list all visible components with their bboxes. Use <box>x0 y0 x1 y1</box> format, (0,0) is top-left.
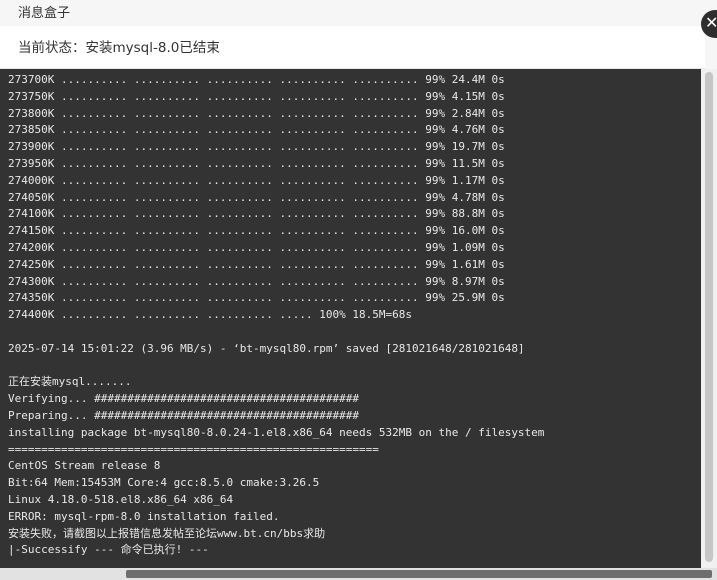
console-line: 273800K .......... .......... ..........… <box>8 106 505 120</box>
console-line: Linux 4.18.0-518.el8.x86_64 x86_64 <box>8 492 234 506</box>
console-line: 273700K .......... .......... ..........… <box>8 73 505 86</box>
console-line: Preparing... ###########################… <box>8 408 359 422</box>
console-line: 安装失败，请截图以上报错信息发帖至论坛www.bt.cn/bbs求助 <box>8 526 326 540</box>
console-line: 273900K .......... .......... ..........… <box>8 140 505 154</box>
console-line: 274400K .......... .......... ..........… <box>8 308 412 322</box>
console-line: ERROR: mysql-rpm-8.0 installation failed… <box>8 509 280 523</box>
console-line: Verifying... ###########################… <box>8 392 359 406</box>
title-bar: 消息盒子 <box>0 0 717 26</box>
console-line: |-Successify --- 命令已执行! --- <box>8 543 209 557</box>
console-line: 274150K .......... .......... ..........… <box>8 224 505 238</box>
current-status-text: 当前状态：安装mysql-8.0已结束 <box>18 40 220 56</box>
console-line: 274050K .......... .......... ..........… <box>8 190 505 204</box>
console-line: 274300K .......... .......... ..........… <box>8 274 505 288</box>
dialog-title: 消息盒子 <box>18 6 71 21</box>
status-bar: 当前状态：安装mysql-8.0已结束 <box>0 26 705 69</box>
console-line: 274000K .......... .......... ..........… <box>8 173 505 187</box>
close-icon: ✕ <box>705 13 717 32</box>
console-line: 2025-07-14 15:01:22 (3.96 MB/s) - ‘bt-my… <box>8 341 525 355</box>
vertical-scrollbar-thumb[interactable] <box>705 72 713 562</box>
console-line: 273950K .......... .......... ..........… <box>8 156 505 170</box>
console-lines: 273700K .......... .......... ..........… <box>8 72 544 559</box>
message-box-dialog: 消息盒子 当前状态：安装mysql-8.0已结束 273700K .......… <box>0 0 717 580</box>
console-line: 274250K .......... .......... ..........… <box>8 257 505 271</box>
console-output[interactable]: 273700K .......... .......... ..........… <box>0 69 701 568</box>
console-line: ========================================… <box>8 442 379 456</box>
console-line: 274200K .......... .......... ..........… <box>8 240 505 254</box>
console-line: 273850K .......... .......... ..........… <box>8 123 505 137</box>
console-line: 274350K .......... .......... ..........… <box>8 291 505 305</box>
console-line: 正在安装mysql....... <box>8 375 132 389</box>
console-line: 274100K .......... .......... ..........… <box>8 207 505 221</box>
console-line: CentOS Stream release 8 <box>8 459 161 473</box>
console-line: 273750K .......... .......... ..........… <box>8 89 505 103</box>
console-line: installing package bt-mysql80-8.0.24-1.e… <box>8 425 545 439</box>
horizontal-scrollbar-thumb[interactable] <box>126 570 712 578</box>
console-line: Bit:64 Mem:15453M Core:4 gcc:8.5.0 cmake… <box>8 476 320 490</box>
